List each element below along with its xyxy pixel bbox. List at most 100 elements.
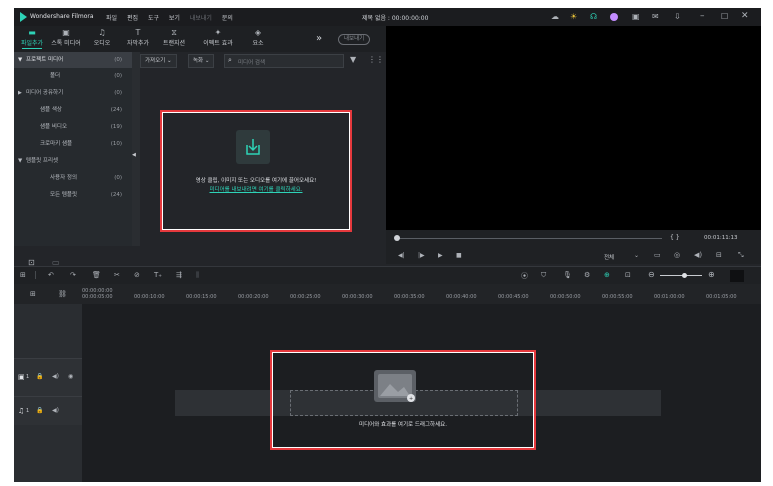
sun-icon[interactable]: ☀: [570, 12, 577, 21]
mic-icon[interactable]: 🎙: [563, 271, 572, 279]
ruler-tick: 00:00:05:00: [82, 294, 113, 300]
mail-icon[interactable]: ✉: [652, 12, 659, 21]
filter-icon[interactable]: ▼: [350, 55, 356, 64]
volume-icon[interactable]: ◀): [694, 251, 702, 259]
layout-icon[interactable]: ⊟: [716, 251, 722, 259]
sidebar-item-chroma-samples[interactable]: 크로마키 샘플 (10): [14, 136, 132, 152]
export-button[interactable]: 내보내기: [338, 34, 371, 45]
headset-icon[interactable]: ☊: [590, 12, 597, 21]
lock-icon[interactable]: 🔒: [36, 373, 43, 380]
shield-icon[interactable]: ⛉: [541, 271, 546, 280]
collapse-sidebar-icon[interactable]: ◀: [132, 152, 136, 158]
zoom-in-icon[interactable]: ⊕: [708, 270, 715, 279]
menu-edit[interactable]: 편집: [127, 15, 138, 22]
sidebar-item-template-presets[interactable]: ▼ 템플릿 프리셋: [14, 153, 132, 169]
import-drop-zone[interactable]: [236, 130, 270, 164]
chevron-down-icon: ⌄: [167, 58, 172, 64]
snap-icon[interactable]: ⊕: [604, 271, 610, 279]
elements-icon: ◈: [254, 28, 262, 37]
playhead-handle[interactable]: [394, 235, 400, 241]
sidebar-item-folder[interactable]: 폴더 (0): [14, 68, 132, 84]
mixer-icon[interactable]: ⚙: [584, 271, 590, 279]
sidebar-splitter[interactable]: [132, 52, 140, 246]
sidebar-item-shared-media[interactable]: ▶ 미디어 공유하기 (0): [14, 85, 132, 101]
layout-grid-icon[interactable]: ⊞: [20, 271, 26, 279]
eye-icon[interactable]: ◉: [68, 373, 73, 380]
menu-help[interactable]: 문의: [222, 15, 233, 22]
timeline-tracks[interactable]: + 미디어와 효과를 여기로 드래그하세요.: [82, 304, 761, 482]
tab-audio[interactable]: ♫ 오디오: [84, 28, 120, 47]
snapshot-icon[interactable]: ◎: [674, 251, 680, 259]
audio-wave-icon[interactable]: ⫼: [196, 271, 199, 280]
tag-icon[interactable]: ⊘: [134, 271, 140, 279]
redo-icon[interactable]: ↷: [70, 271, 76, 279]
caption-icon[interactable]: ⊡: [625, 271, 631, 279]
sidebar-item-all-templates[interactable]: 모든 템플릿 (24): [14, 187, 132, 203]
tab-import-media[interactable]: ▬ 파일추가: [14, 28, 50, 49]
adjust-icon[interactable]: ⇶: [176, 271, 182, 279]
save-icon[interactable]: ▣: [632, 12, 640, 21]
render-icon[interactable]: ⦿: [521, 271, 528, 281]
ruler-tick: 00:00:35:00: [394, 294, 425, 300]
preview-player: [386, 26, 761, 248]
player-controls: { } 00:01:11:13 ◀| |▶ ▶ ■ 전체 ⌄ ▭ ◎ ◀) ⊟ …: [386, 230, 761, 264]
add-track-icon[interactable]: ⊞: [30, 290, 36, 298]
monitor-icon[interactable]: ▭: [654, 251, 661, 259]
menu-file[interactable]: 파일: [106, 15, 117, 22]
delete-icon[interactable]: 🗑: [92, 271, 101, 279]
media-drop-highlight: [160, 110, 352, 232]
play-icon[interactable]: ▶: [438, 252, 443, 259]
cut-icon[interactable]: ✂: [114, 271, 120, 279]
record-dropdown[interactable]: 녹화 ⌄: [188, 54, 215, 68]
grid-view-icon[interactable]: ⋮⋮: [368, 55, 384, 64]
folder-icon: ▬: [28, 28, 36, 37]
cloud-icon[interactable]: ☁: [551, 12, 559, 21]
tab-titles[interactable]: T 자막추가: [120, 28, 156, 47]
ruler-tick: 00:01:00:00: [654, 294, 685, 300]
search-input[interactable]: ⌕ 미디어 검색: [224, 54, 344, 68]
zoom-slider-handle[interactable]: [682, 273, 687, 278]
quality-select[interactable]: 전체: [604, 253, 614, 261]
sidebar-item-project-media[interactable]: ▼ 프로젝트 미디어 (0): [14, 52, 132, 68]
import-dropdown[interactable]: 가져오기 ⌄: [140, 54, 177, 68]
effects-icon: ✦: [214, 28, 222, 37]
import-link[interactable]: 미디어를 내보내려면 여기를 클릭하세요.: [160, 185, 352, 193]
fullscreen-icon[interactable]: ⤡: [738, 251, 744, 260]
zoom-out-icon[interactable]: ⊖: [648, 270, 655, 279]
tab-effects[interactable]: ✦ 이펙트 효과: [196, 28, 240, 47]
tab-transitions[interactable]: ⧖ 트랜지션: [156, 28, 192, 47]
link-icon[interactable]: ⛓: [58, 290, 67, 298]
step-back-icon[interactable]: ◀|: [398, 252, 405, 259]
download-icon[interactable]: ⇩: [674, 12, 681, 21]
undo-icon[interactable]: ↶: [48, 271, 54, 279]
menu-view[interactable]: 보기: [169, 15, 180, 22]
zoom-slider[interactable]: [660, 275, 702, 276]
mute-icon[interactable]: ◀): [52, 373, 59, 380]
close-icon[interactable]: ✕: [741, 11, 749, 21]
maximize-icon[interactable]: ☐: [721, 12, 728, 21]
media-panel: ◀ 가져오기 ⌄ 녹화 ⌄ ⌕ 미디어 검색 ▼ ⋮⋮ 영상 클립, 이미지 또…: [132, 52, 386, 246]
timeline-ruler[interactable]: ⊞ ⛓ 00:00:00:00 00:00:05:00 00:00:10:00 …: [14, 284, 761, 305]
tab-elements[interactable]: ◈ 요소: [240, 28, 276, 47]
audio-track-header[interactable]: ♫ 1 🔒 ◀): [14, 396, 82, 425]
sidebar-item-custom[interactable]: 사용자 정의 (0): [14, 170, 132, 186]
sidebar-item-sample-videos[interactable]: 샘플 비디오 (19): [14, 119, 132, 135]
stop-icon[interactable]: ■: [456, 252, 462, 259]
video-track-header[interactable]: ▣ 1 🔒 ◀) ◉: [14, 358, 82, 397]
menu-export[interactable]: 내보내기: [190, 15, 212, 22]
lock-icon[interactable]: 🔒: [36, 407, 43, 414]
chevron-down-icon[interactable]: ⌄: [634, 252, 639, 259]
title-bar: Wondershare Filmora 파일 편집 도구 보기 내보내기 문의 …: [14, 8, 761, 26]
playback-progress-track[interactable]: [396, 238, 662, 239]
avatar-icon[interactable]: [610, 13, 618, 21]
tab-stock-media[interactable]: ▣ 스톡 미디어: [48, 28, 84, 47]
text-icon[interactable]: T₊: [154, 271, 162, 279]
mark-in-out-icon[interactable]: { }: [670, 234, 680, 241]
menu-tools[interactable]: 도구: [148, 15, 159, 22]
play-reverse-icon[interactable]: |▶: [418, 252, 425, 259]
sidebar-item-sample-colors[interactable]: 샘플 색상 (24): [14, 102, 132, 118]
more-tabs-button[interactable]: »: [316, 33, 322, 44]
panel-toggle[interactable]: [730, 270, 744, 282]
mute-icon[interactable]: ◀): [52, 407, 59, 414]
minimize-icon[interactable]: –: [700, 11, 705, 21]
